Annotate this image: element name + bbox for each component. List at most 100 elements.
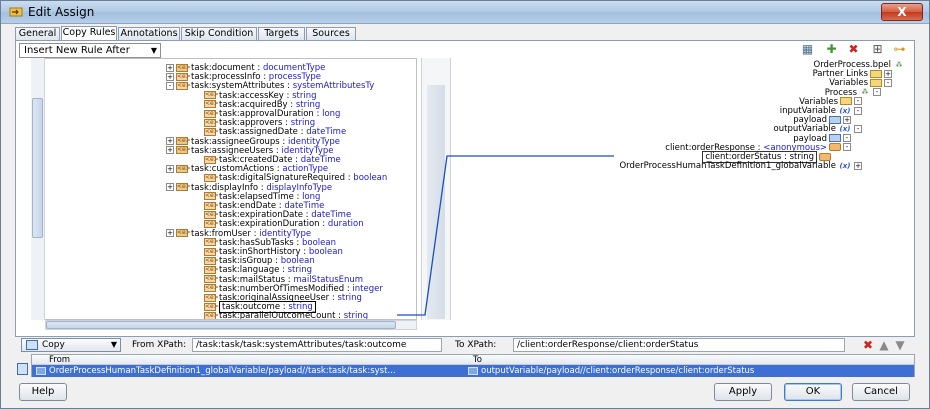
rule-to-cell[interactable]: outputVariable/payload//client:orderResp… <box>468 365 898 377</box>
element-icon: <e> <box>176 183 191 192</box>
element-icon: <e> <box>204 219 219 228</box>
expand-icon[interactable]: + <box>854 161 862 170</box>
move-down-icon[interactable]: ▼ <box>893 338 907 352</box>
tab-annotations[interactable]: Annotations <box>118 27 180 41</box>
tab-targets[interactable]: Targets <box>258 27 305 41</box>
payload-icon <box>829 115 841 124</box>
folder-icon <box>870 78 882 87</box>
element-icon <box>819 152 831 161</box>
element-icon <box>829 143 841 152</box>
rule-from-cell[interactable]: OrderProcessHumanTaskDefinition1_globalV… <box>36 365 466 377</box>
copy-rules-table: From To OrderProcessHumanTaskDefinition1… <box>31 354 915 377</box>
element-icon: <e> <box>204 247 219 256</box>
collapse-icon[interactable]: - <box>854 124 862 133</box>
insert-rule-dropdown[interactable]: Insert New Rule After ▼ <box>19 43 161 58</box>
element-icon: <e> <box>176 164 191 173</box>
element-icon: <e> <box>204 302 219 311</box>
collapse-icon[interactable]: - <box>843 134 851 143</box>
separator: : <box>335 311 344 320</box>
to-xpath-field[interactable]: /client:orderResponse/client:orderStatus <box>513 338 845 352</box>
target-tree-node[interactable]: OrderProcessHumanTaskDefinition1_globalV… <box>619 161 862 171</box>
node-type: duration <box>327 219 364 230</box>
tab-copy-rules[interactable]: Copy Rules <box>61 26 117 41</box>
chevron-down-icon: ▼ <box>110 340 117 349</box>
auto-map-icon[interactable]: ▦ <box>800 42 815 57</box>
target-tree[interactable]: OrderProcess.bpel ⁂ Partner Links + Variable… <box>453 58 911 320</box>
expand-icon[interactable]: + <box>166 146 174 155</box>
rule-type-icon <box>17 363 28 375</box>
tab-sources[interactable]: Sources <box>306 27 356 41</box>
from-xpath-field[interactable]: /task:task/task:systemAttributes/task:ou… <box>192 338 442 352</box>
from-xpath-label: From XPath: <box>132 340 187 350</box>
source-tree-vertical-scrollbar[interactable] <box>31 58 45 320</box>
window-title: Edit Assign <box>28 5 95 19</box>
collapse-icon[interactable]: - <box>843 143 851 152</box>
title-bar: Edit Assign X <box>1 1 929 24</box>
scroll-thumb[interactable] <box>32 98 43 238</box>
scroll-thumb[interactable] <box>46 321 396 329</box>
column-header-from: From <box>49 355 71 365</box>
expand-icon[interactable]: + <box>166 72 174 81</box>
expand-icon[interactable]: + <box>884 69 892 78</box>
element-icon: <e> <box>204 118 219 127</box>
help-button[interactable]: Help <box>19 383 67 401</box>
variable-icon: (x) <box>839 124 851 133</box>
assign-icon <box>9 7 23 17</box>
collapse-icon[interactable]: - <box>166 81 174 90</box>
expand-icon[interactable]: + <box>166 164 174 173</box>
copy-type-dropdown[interactable]: Copy ▼ <box>21 338 121 352</box>
node-name: task:parallelOutcomeCount <box>219 311 336 320</box>
chevron-down-icon: ▼ <box>150 46 157 55</box>
collapse-icon[interactable]: - <box>873 88 881 97</box>
element-icon: <e> <box>204 173 219 182</box>
element-icon: <e> <box>204 127 219 136</box>
element-icon: <e> <box>176 63 191 72</box>
node-type: string <box>337 293 362 303</box>
element-icon: <e> <box>176 146 191 155</box>
tree-node-label: task:parallelOutcomeCount : string <box>219 311 368 320</box>
apply-button[interactable]: Apply <box>714 383 772 401</box>
source-tree[interactable]: + <e>task:document : documentType + <e>task… <box>31 58 417 320</box>
add-rule-icon[interactable]: ✚ <box>824 42 839 57</box>
element-icon: <e> <box>204 238 219 247</box>
dialog-footer: Help Apply OK Cancel <box>1 382 929 408</box>
delete-rule-icon[interactable]: ✖ <box>861 338 875 352</box>
element-icon: <e> <box>204 109 219 118</box>
element-icon: <e> <box>204 265 219 274</box>
close-button[interactable]: X <box>881 3 923 21</box>
expand-icon[interactable]: + <box>166 183 174 192</box>
collapse-icon[interactable]: - <box>854 106 862 115</box>
cancel-button[interactable]: Cancel <box>852 383 910 401</box>
collapse-icon[interactable]: - <box>884 78 892 87</box>
element-icon: <e> <box>204 293 219 302</box>
gutter-bar <box>427 85 445 319</box>
table-header: From To <box>32 355 914 365</box>
expand-icon[interactable]: + <box>166 229 174 238</box>
element-icon: <e> <box>176 72 191 81</box>
move-up-icon[interactable]: ▲ <box>877 338 891 352</box>
element-icon: <e> <box>204 100 219 109</box>
element-icon: <e> <box>204 284 219 293</box>
collapse-icon[interactable]: - <box>854 97 862 106</box>
ok-button[interactable]: OK <box>784 383 842 401</box>
copy-type-value: Copy <box>42 340 65 350</box>
element-icon: <e> <box>204 311 219 319</box>
tab-skip-condition[interactable]: Skip Condition <box>181 27 257 41</box>
node-type: long <box>322 109 341 119</box>
tab-general[interactable]: General <box>15 27 60 41</box>
link-icon[interactable]: ⊶ <box>892 42 907 57</box>
process-icon: ⁂ <box>861 88 869 97</box>
delete-icon[interactable]: ✖ <box>846 42 861 57</box>
mapping-gutter <box>421 58 451 320</box>
expand-icon[interactable]: + <box>166 63 174 72</box>
expand-icon[interactable]: + <box>843 115 851 124</box>
element-icon: <e> <box>204 192 219 201</box>
edit-assign-dialog: Edit Assign X General Copy Rules Annotat… <box>0 0 930 409</box>
element-icon: <e> <box>204 91 219 100</box>
expression-icon[interactable]: ⊞ <box>870 42 885 57</box>
table-row[interactable]: OrderProcessHumanTaskDefinition1_globalV… <box>32 365 914 377</box>
source-tree-horizontal-scrollbar[interactable] <box>45 320 417 330</box>
tree-node[interactable]: <e>task:parallelOutcomeCount : string <box>204 311 368 320</box>
expand-icon[interactable]: + <box>166 137 174 146</box>
bpel-icon: ⁂ <box>895 60 903 69</box>
